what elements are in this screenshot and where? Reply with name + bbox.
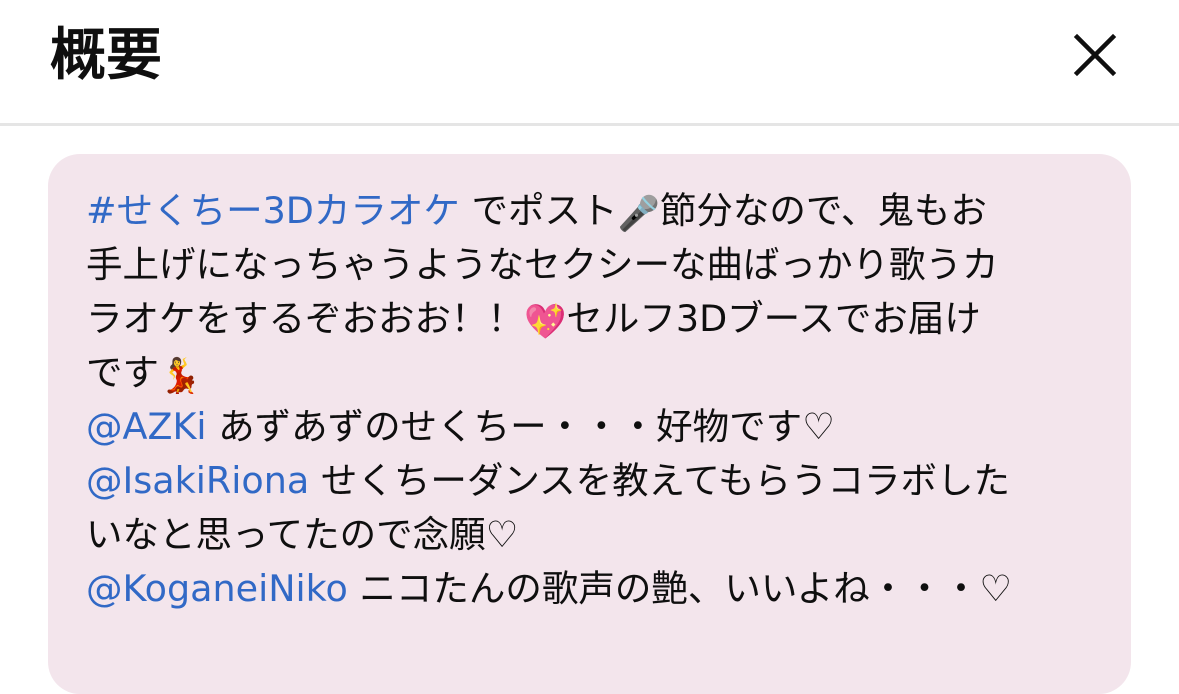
hashtag-link[interactable]: #せくちー3Dカラオケ (86, 189, 460, 232)
description-text: #せくちー3Dカラオケ でポスト🎤節分なので、鬼もお 手上げになっちゃうようなセ… (86, 184, 1095, 616)
description-segment: ニコたんの歌声の艶、いいよね・・・♡ (347, 567, 1012, 610)
description-line: 手上げになっちゃうようなセクシーな曲ばっかり歌うカ (86, 238, 1095, 292)
close-icon (1073, 33, 1117, 77)
dancer-emoji: 💃 (159, 356, 202, 396)
description-segment: セルフ3Dブースでお届け (566, 297, 981, 340)
description-segment: 節分なので、鬼もお (659, 189, 987, 232)
microphone-emoji: 🎤 (617, 194, 660, 234)
close-button[interactable] (1066, 26, 1124, 84)
description-line: いなと思ってたので念願♡ (86, 508, 1095, 562)
mention-link-isakiriona[interactable]: @IsakiRiona (86, 459, 309, 502)
sparkling-heart-emoji: 💖 (524, 302, 567, 342)
description-line: @KoganeiNiko ニコたんの歌声の艶、いいよね・・・♡ (86, 562, 1095, 616)
description-line: #せくちー3Dカラオケ でポスト🎤節分なので、鬼もお (86, 184, 1095, 238)
mention-link-koganeiniko[interactable]: @KoganeiNiko (86, 567, 348, 610)
description-line: です💃 (86, 346, 1095, 400)
description-line: ラオケをするぞおおお！！💖セルフ3Dブースでお届け (86, 292, 1095, 346)
description-segment: です (86, 351, 159, 394)
description-line: @AZKi あずあずのせくちー・・・好物です♡ (86, 400, 1095, 454)
description-card: #せくちー3Dカラオケ でポスト🎤節分なので、鬼もお 手上げになっちゃうようなセ… (48, 154, 1131, 694)
panel-header: 概要 (0, 0, 1179, 126)
description-segment: でポスト (459, 189, 618, 232)
description-segment: ラオケをするぞおおお！！ (86, 297, 524, 340)
description-segment: せくちーダンスを教えてもらうコラボした (309, 459, 1010, 502)
description-segment: 手上げになっちゃうようなセクシーな曲ばっかり歌うカ (86, 243, 999, 286)
description-segment: あずあずのせくちー・・・好物です♡ (206, 405, 835, 448)
panel-title: 概要 (50, 23, 162, 88)
description-line: @IsakiRiona せくちーダンスを教えてもらうコラボした (86, 454, 1095, 508)
mention-link-azki[interactable]: @AZKi (86, 405, 207, 448)
description-segment: いなと思ってたので念願♡ (86, 513, 519, 556)
